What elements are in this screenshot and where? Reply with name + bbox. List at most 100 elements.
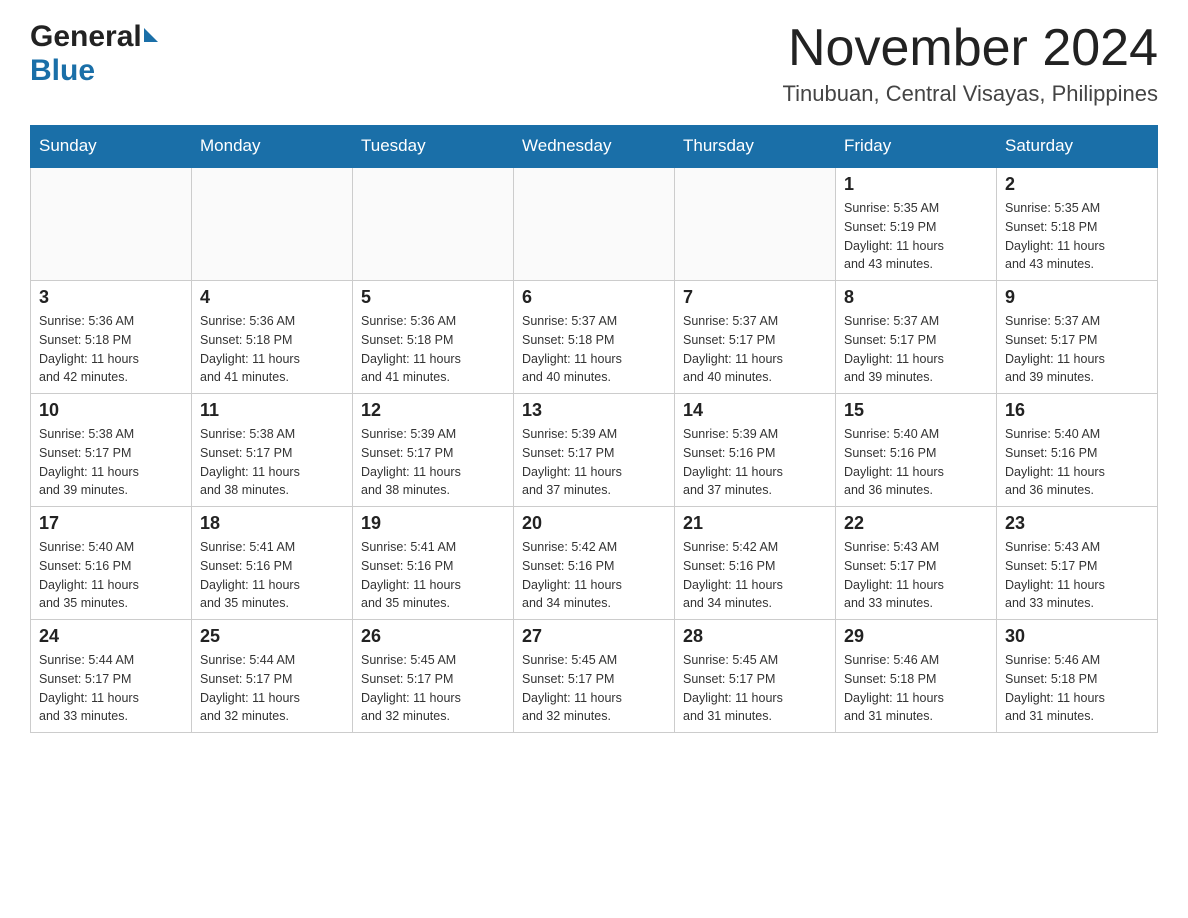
day-number: 21 bbox=[683, 513, 827, 534]
day-cell: 2Sunrise: 5:35 AMSunset: 5:18 PMDaylight… bbox=[997, 167, 1158, 281]
day-number: 11 bbox=[200, 400, 344, 421]
day-cell: 1Sunrise: 5:35 AMSunset: 5:19 PMDaylight… bbox=[836, 167, 997, 281]
location-title: Tinubuan, Central Visayas, Philippines bbox=[783, 81, 1158, 107]
day-number: 24 bbox=[39, 626, 183, 647]
day-cell: 10 Sunrise: 5:38 AMSunset: 5:17 PMDayligh… bbox=[31, 394, 192, 507]
header-cell-thursday: Thursday bbox=[675, 126, 836, 168]
day-cell: 21 Sunrise: 5:42 AMSunset: 5:16 PMDayligh… bbox=[675, 507, 836, 620]
day-info: Sunrise: 5:44 AMSunset: 5:17 PMDaylight:… bbox=[200, 653, 300, 723]
day-number: 18 bbox=[200, 513, 344, 534]
day-cell: 28 Sunrise: 5:45 AMSunset: 5:17 PMDayligh… bbox=[675, 620, 836, 733]
day-info: Sunrise: 5:45 AMSunset: 5:17 PMDaylight:… bbox=[683, 653, 783, 723]
day-info: Sunrise: 5:40 AMSunset: 5:16 PMDaylight:… bbox=[844, 427, 944, 497]
day-number: 13 bbox=[522, 400, 666, 421]
day-number: 5 bbox=[361, 287, 505, 308]
day-number: 29 bbox=[844, 626, 988, 647]
day-cell: 24 Sunrise: 5:44 AMSunset: 5:17 PMDayligh… bbox=[31, 620, 192, 733]
day-cell: 16Sunrise: 5:40 AMSunset: 5:16 PMDayligh… bbox=[997, 394, 1158, 507]
header-cell-monday: Monday bbox=[192, 126, 353, 168]
day-cell: 13 Sunrise: 5:39 AMSunset: 5:17 PMDayligh… bbox=[514, 394, 675, 507]
day-info: Sunrise: 5:46 AMSunset: 5:18 PMDaylight:… bbox=[1005, 653, 1105, 723]
day-info: Sunrise: 5:40 AMSunset: 5:16 PMDaylight:… bbox=[1005, 427, 1105, 497]
page-header: General Blue November 2024 Tinubuan, Cen… bbox=[30, 20, 1158, 107]
day-info: Sunrise: 5:36 AMSunset: 5:18 PMDaylight:… bbox=[39, 314, 139, 384]
day-info: Sunrise: 5:38 AMSunset: 5:17 PMDaylight:… bbox=[200, 427, 300, 497]
day-cell: 26 Sunrise: 5:45 AMSunset: 5:17 PMDayligh… bbox=[353, 620, 514, 733]
header-cell-sunday: Sunday bbox=[31, 126, 192, 168]
day-info: Sunrise: 5:37 AMSunset: 5:18 PMDaylight:… bbox=[522, 314, 622, 384]
day-info: Sunrise: 5:43 AMSunset: 5:17 PMDaylight:… bbox=[1005, 540, 1105, 610]
day-cell: 30 Sunrise: 5:46 AMSunset: 5:18 PMDayligh… bbox=[997, 620, 1158, 733]
day-cell: 4 Sunrise: 5:36 AMSunset: 5:18 PMDaylight… bbox=[192, 281, 353, 394]
week-row-1: 1Sunrise: 5:35 AMSunset: 5:19 PMDaylight… bbox=[31, 167, 1158, 281]
day-number: 19 bbox=[361, 513, 505, 534]
day-info: Sunrise: 5:39 AMSunset: 5:17 PMDaylight:… bbox=[522, 427, 622, 497]
week-row-4: 17 Sunrise: 5:40 AMSunset: 5:16 PMDayligh… bbox=[31, 507, 1158, 620]
day-cell: 7 Sunrise: 5:37 AMSunset: 5:17 PMDaylight… bbox=[675, 281, 836, 394]
day-number: 1 bbox=[844, 174, 988, 195]
day-info: Sunrise: 5:38 AMSunset: 5:17 PMDaylight:… bbox=[39, 427, 139, 497]
day-number: 9 bbox=[1005, 287, 1149, 308]
day-info: Sunrise: 5:37 AMSunset: 5:17 PMDaylight:… bbox=[1005, 314, 1105, 384]
day-number: 22 bbox=[844, 513, 988, 534]
day-info: Sunrise: 5:43 AMSunset: 5:17 PMDaylight:… bbox=[844, 540, 944, 610]
day-info: Sunrise: 5:36 AMSunset: 5:18 PMDaylight:… bbox=[200, 314, 300, 384]
day-info: Sunrise: 5:37 AMSunset: 5:17 PMDaylight:… bbox=[683, 314, 783, 384]
day-cell bbox=[353, 167, 514, 281]
day-cell: 23Sunrise: 5:43 AMSunset: 5:17 PMDayligh… bbox=[997, 507, 1158, 620]
day-number: 3 bbox=[39, 287, 183, 308]
day-cell: 29 Sunrise: 5:46 AMSunset: 5:18 PMDayligh… bbox=[836, 620, 997, 733]
day-number: 30 bbox=[1005, 626, 1149, 647]
calendar-header: SundayMondayTuesdayWednesdayThursdayFrid… bbox=[31, 126, 1158, 168]
day-number: 14 bbox=[683, 400, 827, 421]
day-info: Sunrise: 5:35 AMSunset: 5:18 PMDaylight:… bbox=[1005, 201, 1105, 271]
day-info: Sunrise: 5:42 AMSunset: 5:16 PMDaylight:… bbox=[522, 540, 622, 610]
day-info: Sunrise: 5:41 AMSunset: 5:16 PMDaylight:… bbox=[361, 540, 461, 610]
header-cell-wednesday: Wednesday bbox=[514, 126, 675, 168]
day-number: 28 bbox=[683, 626, 827, 647]
day-info: Sunrise: 5:41 AMSunset: 5:16 PMDaylight:… bbox=[200, 540, 300, 610]
day-cell: 9 Sunrise: 5:37 AMSunset: 5:17 PMDaylight… bbox=[997, 281, 1158, 394]
day-info: Sunrise: 5:40 AMSunset: 5:16 PMDaylight:… bbox=[39, 540, 139, 610]
day-number: 6 bbox=[522, 287, 666, 308]
day-info: Sunrise: 5:45 AMSunset: 5:17 PMDaylight:… bbox=[522, 653, 622, 723]
week-row-5: 24 Sunrise: 5:44 AMSunset: 5:17 PMDayligh… bbox=[31, 620, 1158, 733]
header-cell-tuesday: Tuesday bbox=[353, 126, 514, 168]
day-info: Sunrise: 5:44 AMSunset: 5:17 PMDaylight:… bbox=[39, 653, 139, 723]
day-info: Sunrise: 5:39 AMSunset: 5:16 PMDaylight:… bbox=[683, 427, 783, 497]
day-info: Sunrise: 5:46 AMSunset: 5:18 PMDaylight:… bbox=[844, 653, 944, 723]
title-section: November 2024 Tinubuan, Central Visayas,… bbox=[783, 20, 1158, 107]
day-info: Sunrise: 5:45 AMSunset: 5:17 PMDaylight:… bbox=[361, 653, 461, 723]
logo: General Blue bbox=[30, 20, 158, 88]
day-cell: 11 Sunrise: 5:38 AMSunset: 5:17 PMDayligh… bbox=[192, 394, 353, 507]
day-cell bbox=[675, 167, 836, 281]
day-cell: 17 Sunrise: 5:40 AMSunset: 5:16 PMDayligh… bbox=[31, 507, 192, 620]
header-cell-friday: Friday bbox=[836, 126, 997, 168]
day-cell: 22 Sunrise: 5:43 AMSunset: 5:17 PMDayligh… bbox=[836, 507, 997, 620]
header-cell-saturday: Saturday bbox=[997, 126, 1158, 168]
day-cell bbox=[31, 167, 192, 281]
calendar-body: 1Sunrise: 5:35 AMSunset: 5:19 PMDaylight… bbox=[31, 167, 1158, 733]
day-cell: 19 Sunrise: 5:41 AMSunset: 5:16 PMDayligh… bbox=[353, 507, 514, 620]
logo-general-text: General bbox=[30, 20, 142, 54]
logo-arrow-icon bbox=[144, 28, 158, 42]
week-row-3: 10 Sunrise: 5:38 AMSunset: 5:17 PMDayligh… bbox=[31, 394, 1158, 507]
day-cell: 8Sunrise: 5:37 AMSunset: 5:17 PMDaylight… bbox=[836, 281, 997, 394]
day-number: 15 bbox=[844, 400, 988, 421]
week-row-2: 3 Sunrise: 5:36 AMSunset: 5:18 PMDaylight… bbox=[31, 281, 1158, 394]
day-cell bbox=[514, 167, 675, 281]
logo-blue-text: Blue bbox=[30, 54, 95, 88]
day-number: 17 bbox=[39, 513, 183, 534]
day-info: Sunrise: 5:42 AMSunset: 5:16 PMDaylight:… bbox=[683, 540, 783, 610]
day-cell: 12Sunrise: 5:39 AMSunset: 5:17 PMDayligh… bbox=[353, 394, 514, 507]
day-number: 4 bbox=[200, 287, 344, 308]
day-cell: 25Sunrise: 5:44 AMSunset: 5:17 PMDayligh… bbox=[192, 620, 353, 733]
day-cell: 5 Sunrise: 5:36 AMSunset: 5:18 PMDaylight… bbox=[353, 281, 514, 394]
day-number: 10 bbox=[39, 400, 183, 421]
day-number: 26 bbox=[361, 626, 505, 647]
calendar-table: SundayMondayTuesdayWednesdayThursdayFrid… bbox=[30, 125, 1158, 733]
day-info: Sunrise: 5:36 AMSunset: 5:18 PMDaylight:… bbox=[361, 314, 461, 384]
day-number: 7 bbox=[683, 287, 827, 308]
day-cell: 18 Sunrise: 5:41 AMSunset: 5:16 PMDayligh… bbox=[192, 507, 353, 620]
day-cell: 27Sunrise: 5:45 AMSunset: 5:17 PMDayligh… bbox=[514, 620, 675, 733]
